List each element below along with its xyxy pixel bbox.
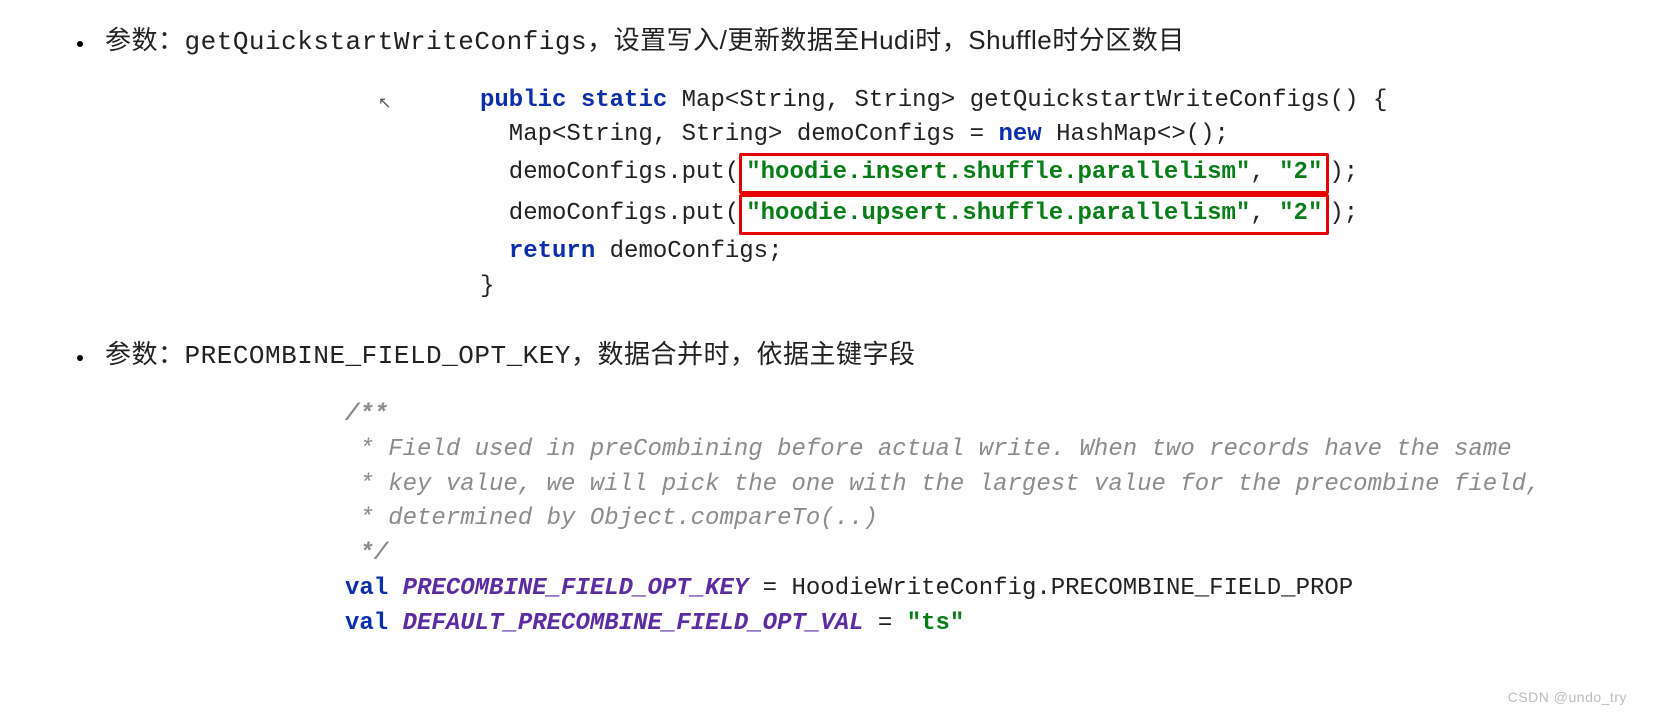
bullet-2-suffix: ，数据合并时，依据主键字段 <box>571 339 916 369</box>
java-l2a: Map<String, String> demoConfigs = <box>480 121 998 148</box>
bullet-1-text: 参数：getQuickstartWriteConfigs，设置写入/更新数据至H… <box>95 25 1185 55</box>
bullet-2-code: PRECOMBINE_FIELD_OPT_KEY <box>185 341 571 371</box>
bullet-list: 参数：getQuickstartWriteConfigs，设置写入/更新数据至H… <box>40 20 1615 642</box>
kw-val-2: val <box>345 610 388 637</box>
java-l4-pre: demoConfigs.put( <box>480 200 739 227</box>
java-l4-mid: , <box>1250 200 1279 227</box>
bullet-2-prefix: 参数： <box>105 339 185 369</box>
bullet-1-code: getQuickstartWriteConfigs <box>185 27 588 57</box>
scala-c3: * key value, we will pick the one with t… <box>345 471 1540 498</box>
bullet-1-prefix: 参数： <box>105 25 185 55</box>
java-l5-after: demoConfigs; <box>595 238 782 265</box>
scala-id1: PRECOMBINE_FIELD_OPT_KEY <box>403 575 749 602</box>
java-l6: } <box>480 273 494 300</box>
java-l4-s1: "hoodie.upsert.shuffle.parallelism" <box>746 200 1250 227</box>
highlight-box-1: "hoodie.insert.shuffle.parallelism", "2" <box>739 153 1329 194</box>
scala-c1: /** <box>345 401 388 428</box>
kw-new: new <box>998 121 1041 148</box>
kw-return: return <box>509 238 595 265</box>
watermark-text: CSDN @undo_try <box>1508 689 1627 705</box>
java-l3-s1: "hoodie.insert.shuffle.parallelism" <box>746 159 1250 186</box>
scala-eq2: = <box>864 610 907 637</box>
scala-c4: * determined by Object.compareTo(..) <box>345 505 878 532</box>
scala-rhs2: "ts" <box>907 610 965 637</box>
bullet-2-text: 参数：PRECOMBINE_FIELD_OPT_KEY，数据合并时，依据主键字段 <box>95 339 916 369</box>
kw-static: static <box>581 87 667 114</box>
java-l3-pre: demoConfigs.put( <box>480 159 739 186</box>
scala-c5: */ <box>345 540 388 567</box>
scala-c2: * Field used in preCombining before actu… <box>345 436 1512 463</box>
highlight-box-2: "hoodie.upsert.shuffle.parallelism", "2" <box>739 194 1329 235</box>
java-l3-mid: , <box>1250 159 1279 186</box>
scala-rhs1: HoodieWriteConfig.PRECOMBINE_FIELD_PROP <box>792 575 1354 602</box>
java-l2b: HashMap<>(); <box>1042 121 1229 148</box>
scala-id2: DEFAULT_PRECOMBINE_FIELD_OPT_VAL <box>403 610 864 637</box>
document-page: ↖ 参数：getQuickstartWriteConfigs，设置写入/更新数据… <box>0 0 1655 715</box>
bullet-item-1: 参数：getQuickstartWriteConfigs，设置写入/更新数据至H… <box>95 20 1615 304</box>
java-l3-post: ); <box>1329 159 1358 186</box>
cursor-icon: ↖ <box>378 93 391 113</box>
java-l4-s2: "2" <box>1279 200 1322 227</box>
code-block-java: public static Map<String, String> getQui… <box>480 84 1615 305</box>
bullet-item-2: 参数：PRECOMBINE_FIELD_OPT_KEY，数据合并时，依据主键字段… <box>95 334 1615 641</box>
bullet-1-suffix: ，设置写入/更新数据至Hudi时，Shuffle时分区数目 <box>587 25 1185 55</box>
code-block-scala: /** * Field used in preCombining before … <box>345 398 1615 642</box>
java-l4-post: ); <box>1329 200 1358 227</box>
java-l3-s2: "2" <box>1279 159 1322 186</box>
scala-eq1: = <box>748 575 791 602</box>
kw-public: public <box>480 87 566 114</box>
java-sig-rest: Map<String, String> getQuickstartWriteCo… <box>667 87 1387 114</box>
kw-val-1: val <box>345 575 388 602</box>
